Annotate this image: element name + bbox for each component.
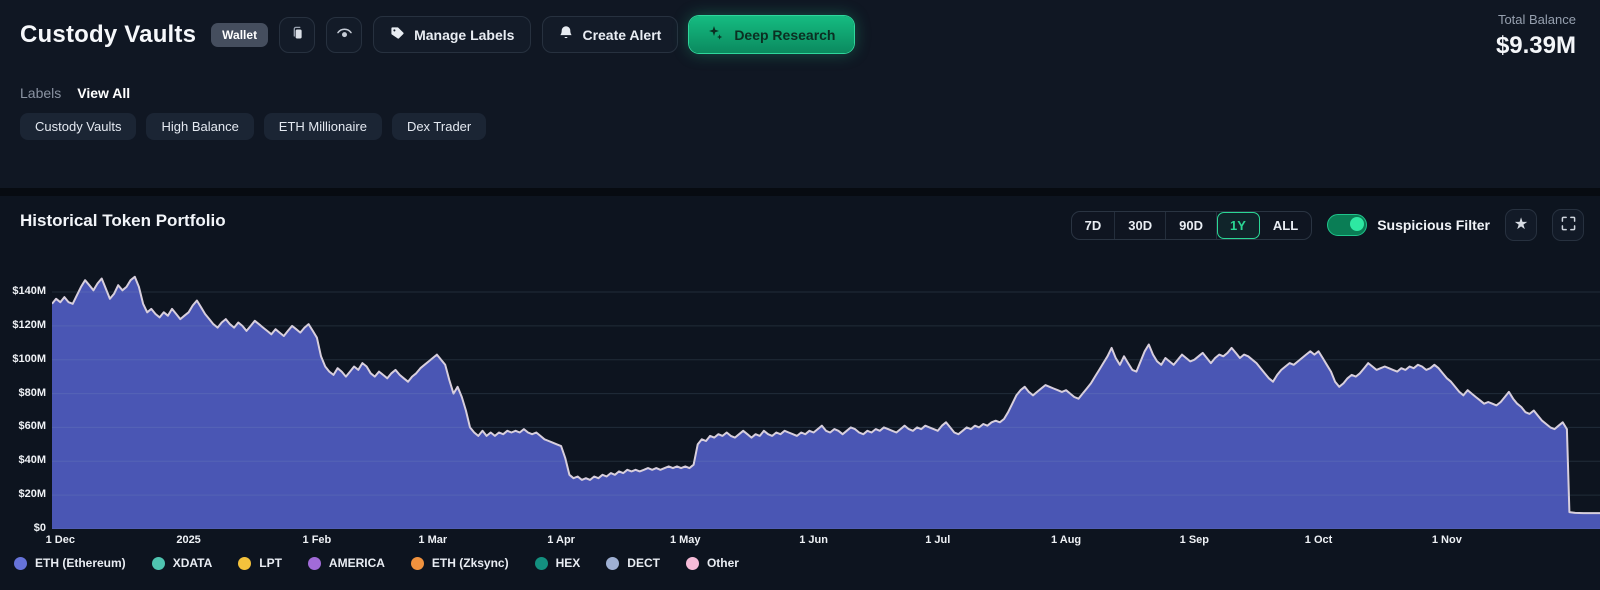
legend-dot-icon: [14, 557, 27, 570]
page-title: Custody Vaults: [20, 21, 196, 49]
copy-icon: [290, 25, 305, 44]
y-axis-label: $60M: [0, 420, 46, 432]
suspicious-filter: Suspicious Filter: [1327, 214, 1490, 236]
legend-label: Other: [707, 556, 739, 570]
x-axis-label: 1 Oct: [1284, 534, 1354, 546]
x-axis-label: 1 Sep: [1159, 534, 1229, 546]
toggle-knob: [1350, 217, 1364, 231]
total-balance-value: $9.39M: [1496, 32, 1576, 60]
y-axis-label: $40M: [0, 454, 46, 466]
x-axis-label: 2025: [154, 534, 224, 546]
labels-row: Labels View All: [20, 85, 130, 101]
x-axis-label: 1 Nov: [1412, 534, 1482, 546]
portfolio-chart[interactable]: [52, 247, 1600, 529]
legend-label: DECT: [627, 556, 660, 570]
copy-address-button[interactable]: [279, 17, 315, 53]
bell-icon: [559, 25, 573, 44]
deep-research-button[interactable]: Deep Research: [689, 16, 854, 53]
x-axis-label: 1 Dec: [25, 534, 95, 546]
legend-item[interactable]: DECT: [606, 556, 660, 570]
tag-dex-trader[interactable]: Dex Trader: [392, 113, 486, 140]
legend-label: ETH (Zksync): [432, 556, 509, 570]
legend-dot-icon: [535, 557, 548, 570]
legend-item[interactable]: HEX: [535, 556, 581, 570]
range-all-button[interactable]: ALL: [1260, 212, 1311, 239]
range-7d-button[interactable]: 7D: [1072, 212, 1116, 239]
legend-label: AMERICA: [329, 556, 385, 570]
y-axis-label: $20M: [0, 488, 46, 500]
manage-labels-label: Manage Labels: [414, 27, 514, 43]
legend-dot-icon: [238, 557, 251, 570]
y-axis-label: $140M: [0, 285, 46, 297]
wallet-header-card: Custody Vaults Wallet Manage Labels Crea…: [0, 0, 1600, 188]
header-row: Custody Vaults Wallet Manage Labels Crea…: [20, 16, 854, 53]
chart-legend: ETH (Ethereum) XDATA LPT AMERICA ETH (Zksync…: [14, 556, 739, 570]
x-axis-label: 1 Apr: [526, 534, 596, 546]
y-axis-label: $120M: [0, 319, 46, 331]
x-axis-label: 1 May: [650, 534, 720, 546]
legend-item[interactable]: LPT: [238, 556, 282, 570]
legend-label: HEX: [556, 556, 581, 570]
legend-dot-icon: [411, 557, 424, 570]
legend-label: ETH (Ethereum): [35, 556, 126, 570]
legend-item[interactable]: Other: [686, 556, 739, 570]
tag-custody-vaults[interactable]: Custody Vaults: [20, 113, 136, 140]
total-balance-label: Total Balance: [1496, 12, 1576, 27]
watch-wallet-button[interactable]: [326, 17, 362, 53]
x-axis-label: 1 Aug: [1031, 534, 1101, 546]
suspicious-filter-toggle[interactable]: [1327, 214, 1367, 236]
create-alert-button[interactable]: Create Alert: [542, 16, 678, 53]
legend-dot-icon: [308, 557, 321, 570]
legend-item[interactable]: ETH (Ethereum): [14, 556, 126, 570]
tag-eth-millionaire[interactable]: ETH Millionaire: [264, 113, 382, 140]
y-axis-label: $80M: [0, 387, 46, 399]
legend-item[interactable]: AMERICA: [308, 556, 385, 570]
x-axis-label: 1 Jun: [779, 534, 849, 546]
favorite-button[interactable]: ★: [1505, 209, 1537, 241]
deep-research-label: Deep Research: [734, 27, 835, 43]
tag-icon: [390, 26, 405, 44]
tag-high-balance[interactable]: High Balance: [146, 113, 253, 140]
y-axis-label: $100M: [0, 353, 46, 365]
wallet-badge: Wallet: [211, 23, 268, 47]
eye-icon: [336, 27, 353, 43]
legend-item[interactable]: XDATA: [152, 556, 213, 570]
suspicious-filter-label: Suspicious Filter: [1377, 217, 1490, 233]
tags-row: Custody Vaults High Balance ETH Milliona…: [20, 113, 486, 140]
legend-dot-icon: [686, 557, 699, 570]
view-all-button[interactable]: View All: [77, 85, 130, 101]
labels-caption: Labels: [20, 85, 61, 101]
x-axis-label: 1 Feb: [282, 534, 352, 546]
legend-dot-icon: [152, 557, 165, 570]
portfolio-chart-card: Historical Token Portfolio 7D 30D 90D 1Y…: [0, 196, 1600, 590]
time-range-group: 7D 30D 90D 1Y ALL: [1071, 211, 1313, 240]
range-1y-button[interactable]: 1Y: [1217, 212, 1260, 239]
sparkles-icon: [708, 25, 724, 44]
chart-title: Historical Token Portfolio: [20, 211, 226, 231]
x-axis-label: 1 Jul: [903, 534, 973, 546]
y-axis-label: $0: [0, 522, 46, 534]
fullscreen-icon: [1561, 216, 1576, 235]
create-alert-label: Create Alert: [582, 27, 661, 43]
legend-label: XDATA: [173, 556, 213, 570]
star-icon: ★: [1514, 217, 1528, 233]
legend-item[interactable]: ETH (Zksync): [411, 556, 509, 570]
range-90d-button[interactable]: 90D: [1166, 212, 1217, 239]
total-balance: Total Balance $9.39M: [1496, 12, 1576, 60]
range-30d-button[interactable]: 30D: [1115, 212, 1166, 239]
legend-label: LPT: [259, 556, 282, 570]
legend-dot-icon: [606, 557, 619, 570]
manage-labels-button[interactable]: Manage Labels: [373, 16, 531, 53]
x-axis-label: 1 Mar: [398, 534, 468, 546]
fullscreen-button[interactable]: [1552, 209, 1584, 241]
chart-controls: 7D 30D 90D 1Y ALL Suspicious Filter ★: [1071, 209, 1584, 241]
